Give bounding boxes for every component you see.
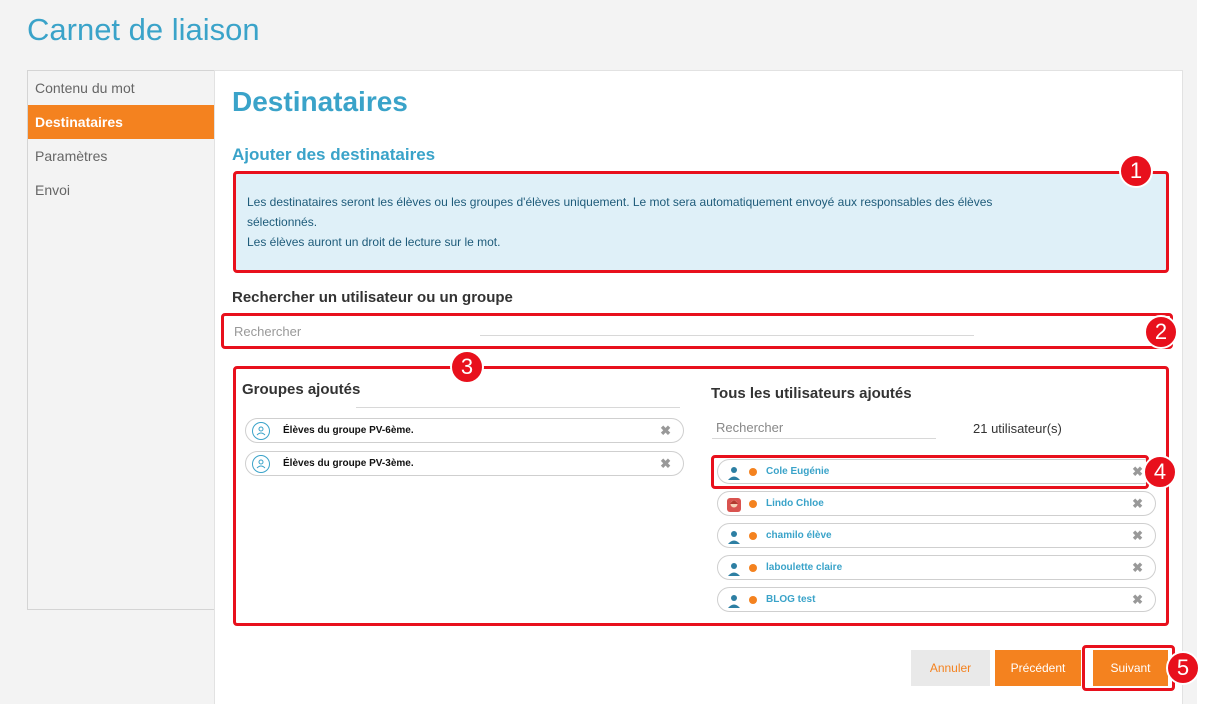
- status-dot: [749, 531, 757, 540]
- sidebar-item-parametres[interactable]: Paramètres: [28, 139, 214, 173]
- sidebar-item-envoi[interactable]: Envoi: [28, 173, 214, 207]
- user-name: Cole Eugénie: [766, 466, 830, 477]
- search-label: Rechercher un utilisateur ou un groupe: [232, 289, 513, 306]
- user-item[interactable]: laboulette claire ✖: [717, 555, 1156, 580]
- cancel-button[interactable]: Annuler: [911, 650, 990, 686]
- info-line: sélectionnés.: [247, 215, 318, 229]
- callout-badge: 5: [1166, 651, 1200, 685]
- status-dot: [749, 467, 757, 476]
- divider: [480, 335, 974, 336]
- status-dot: [749, 595, 757, 604]
- users-title: Tous les utilisateurs ajoutés: [711, 385, 912, 402]
- previous-button[interactable]: Précédent: [995, 650, 1081, 686]
- remove-icon[interactable]: ✖: [1132, 496, 1143, 512]
- user-search-field: [712, 417, 936, 439]
- groups-title: Groupes ajoutés: [242, 381, 361, 398]
- callout-badge: 3: [450, 350, 484, 384]
- callout-badge: 2: [1144, 315, 1178, 349]
- status-dot: [749, 563, 757, 572]
- person-icon: [725, 591, 743, 609]
- info-line: Les destinataires seront les élèves ou l…: [247, 195, 993, 209]
- remove-icon[interactable]: ✖: [660, 456, 671, 472]
- user-count: 21 utilisateur(s): [973, 421, 1062, 436]
- user-item[interactable]: Cole Eugénie ✖: [717, 459, 1156, 484]
- info-line: Les élèves auront un droit de lecture su…: [247, 235, 501, 249]
- callout-badge: 1: [1119, 154, 1153, 188]
- person-icon: [725, 463, 743, 481]
- user-item[interactable]: Lindo Chloe ✖: [717, 491, 1156, 516]
- remove-icon[interactable]: ✖: [1132, 560, 1143, 576]
- group-item[interactable]: Élèves du groupe PV-3ème. ✖: [245, 451, 684, 476]
- search-field: [224, 315, 1174, 347]
- user-name: Lindo Chloe: [766, 498, 824, 509]
- user-name: laboulette claire: [766, 562, 843, 573]
- next-button[interactable]: Suivant: [1090, 650, 1168, 686]
- group-icon: [252, 421, 270, 440]
- search-input[interactable]: [224, 315, 1174, 347]
- user-item[interactable]: chamilo élève ✖: [717, 523, 1156, 548]
- person-icon: [725, 559, 743, 577]
- user-name: BLOG test: [766, 594, 816, 605]
- user-name: chamilo élève: [766, 530, 832, 541]
- status-dot: [749, 499, 757, 508]
- sidebar-item-contenu[interactable]: Contenu du mot: [28, 71, 214, 105]
- photo-avatar: [725, 495, 743, 513]
- person-icon: [725, 527, 743, 545]
- remove-icon[interactable]: ✖: [1132, 592, 1143, 608]
- divider: [356, 407, 680, 408]
- page-title: Destinataires: [232, 86, 408, 117]
- sidebar-item-destinataires[interactable]: Destinataires: [28, 105, 214, 139]
- group-label: Élèves du groupe PV-3ème.: [283, 458, 414, 469]
- remove-icon[interactable]: ✖: [660, 423, 671, 439]
- callout-badge: 4: [1143, 455, 1177, 489]
- info-message: Les destinataires seront les élèves ou l…: [236, 174, 1166, 270]
- group-item[interactable]: Élèves du groupe PV-6ème. ✖: [245, 418, 684, 443]
- group-label: Élèves du groupe PV-6ème.: [283, 425, 414, 436]
- app-title: Carnet de liaison: [27, 12, 260, 47]
- remove-icon[interactable]: ✖: [1132, 528, 1143, 544]
- user-item[interactable]: BLOG test ✖: [717, 587, 1156, 612]
- group-icon: [252, 454, 270, 473]
- section-subtitle: Ajouter des destinataires: [232, 145, 436, 164]
- user-search-input[interactable]: [712, 417, 936, 438]
- sidebar: Contenu du mot Destinataires Paramètres …: [27, 70, 214, 610]
- remove-icon[interactable]: ✖: [1132, 464, 1143, 480]
